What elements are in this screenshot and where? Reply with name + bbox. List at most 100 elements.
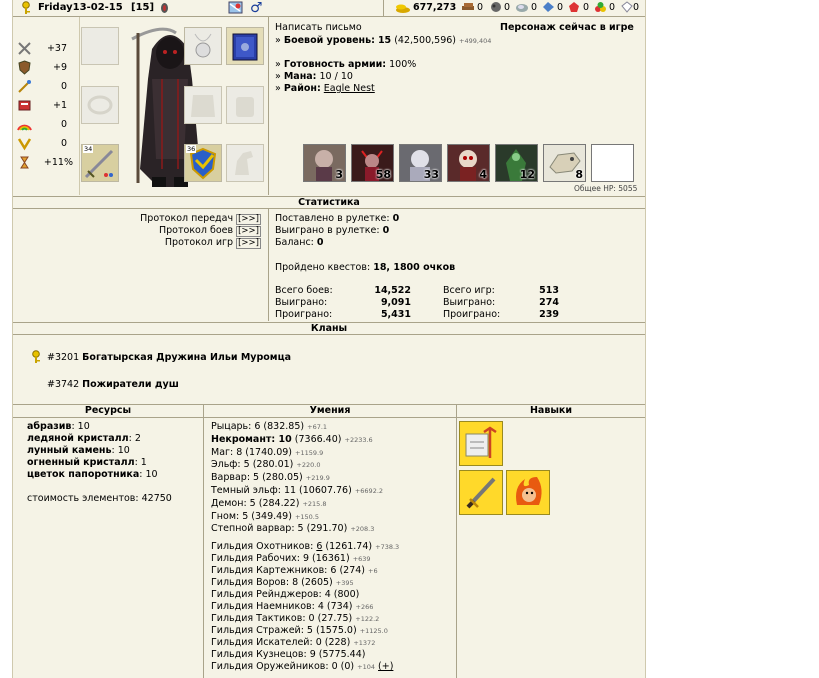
diamond-value: 0 bbox=[633, 2, 640, 13]
faction-row: Маг: 8 (1740.09) +1159.9 bbox=[211, 446, 324, 458]
clan-1-name[interactable]: Богатырская Дружина Ильи Муромца bbox=[82, 352, 291, 363]
header-bar: Friday13-02-15 [15] ♂ 677,273 0 0 0 0 0 … bbox=[13, 0, 645, 17]
resource-item: цветок папоротника: 10 bbox=[27, 469, 158, 480]
faction-row: Эльф: 5 (280.01) +220.0 bbox=[211, 459, 321, 471]
battles-total-value: 14,522 bbox=[374, 285, 411, 296]
gems-icon bbox=[594, 1, 607, 16]
guild-row: Гильдия Искателей: 0 (228) +1372 bbox=[211, 637, 376, 648]
luck-icon bbox=[17, 117, 32, 135]
roulette-won-value: 0 bbox=[382, 225, 390, 236]
faction-row: Варвар: 5 (280.05) +219.9 bbox=[211, 472, 330, 484]
mercury-value: 0 bbox=[531, 2, 538, 13]
diamond-icon bbox=[621, 1, 633, 16]
clan-row-1[interactable]: #3201 Богатырская Дружина Ильи Муромца bbox=[47, 352, 291, 363]
combat-exp: (42,500,596) bbox=[394, 35, 457, 46]
knowledge-value: +1 bbox=[52, 100, 67, 111]
district-row: » Район: Eagle Nest bbox=[275, 83, 375, 94]
games-lost-value: 239 bbox=[539, 309, 559, 320]
games-total-value: 513 bbox=[539, 285, 559, 296]
army-unit-5-count: 12 bbox=[519, 168, 535, 181]
protocol-battles: Протокол боев [>>] bbox=[158, 225, 261, 237]
defense-icon bbox=[17, 60, 32, 78]
district-label: Район: bbox=[283, 83, 321, 94]
talent-dark-magic[interactable] bbox=[459, 421, 503, 466]
clans-section-title: Кланы bbox=[13, 322, 645, 335]
cuirass-slot[interactable] bbox=[184, 86, 222, 124]
horse-slot[interactable] bbox=[226, 144, 264, 182]
army-unit-6[interactable]: 8 bbox=[543, 144, 586, 182]
faction-row: Темный эльф: 11 (10607.76) +6692.2 bbox=[211, 484, 384, 496]
defense-value: +9 bbox=[52, 62, 67, 73]
skills-title: Умения bbox=[309, 405, 351, 416]
amulet-slot[interactable] bbox=[184, 27, 222, 65]
protocol-transfers-link[interactable]: [>>] bbox=[236, 214, 261, 225]
write-letter-link[interactable]: Написать письмо bbox=[275, 22, 362, 33]
resource-item: ледяной кристалл: 2 bbox=[27, 433, 141, 444]
book-slot[interactable] bbox=[226, 27, 264, 65]
resource-item: абразив: 10 bbox=[27, 421, 90, 432]
backpack-slot[interactable] bbox=[226, 86, 264, 124]
army-unit-1[interactable]: 3 bbox=[303, 144, 346, 182]
player-name[interactable]: Friday13-02-15 bbox=[38, 2, 123, 13]
faction-skills: Рыцарь: 6 (832.85) +67.1 Некромант: 10 (… bbox=[211, 421, 383, 536]
guild-skills: Гильдия Охотников: 6 (1261.74) +738.3 Ги… bbox=[211, 541, 399, 673]
talent-attack[interactable] bbox=[459, 470, 503, 515]
protocol-battles-link[interactable]: [>>] bbox=[236, 226, 261, 237]
balance-label: Баланс: bbox=[275, 237, 314, 248]
sulfur-icon bbox=[542, 1, 555, 16]
army-unit-1-count: 3 bbox=[335, 168, 343, 181]
stats-section-title: Статистика bbox=[13, 196, 645, 209]
guild-row: Гильдия Рейнджеров: 4 (800) bbox=[211, 589, 360, 600]
gold-value: 677,273 bbox=[413, 2, 457, 13]
wood-value: 0 bbox=[477, 2, 484, 13]
army-ready-row: » Готовность армии: 100% bbox=[275, 59, 417, 70]
clan-2-name[interactable]: Пожиратели душ bbox=[82, 379, 179, 390]
army-unit-3[interactable]: 33 bbox=[399, 144, 442, 182]
guild-row: Гильдия Тактиков: 0 (27.75) +122.2 bbox=[211, 613, 380, 624]
games-total-label: Всего игр: bbox=[443, 285, 495, 296]
army-unit-2[interactable]: 58 bbox=[351, 144, 394, 182]
mail-icon[interactable] bbox=[228, 0, 244, 18]
guild-row: Гильдия Стражей: 5 (1575.0) +1125.0 bbox=[211, 625, 388, 636]
bottom-headers: Ресурсы Умения Навыки bbox=[13, 404, 645, 418]
armorers-plus-link[interactable]: (+) bbox=[378, 661, 393, 672]
wood-icon bbox=[461, 2, 475, 16]
army-unit-7-empty[interactable] bbox=[591, 144, 634, 182]
initiative-icon bbox=[17, 155, 32, 173]
quests-row: Пройдено квестов: 18, 1800 очков bbox=[275, 262, 455, 273]
army-ready-value: 100% bbox=[389, 59, 417, 70]
shield-slot[interactable]: 36 bbox=[184, 144, 222, 182]
spellpower-value: 0 bbox=[60, 81, 67, 92]
weapon-slot[interactable]: 34 bbox=[81, 144, 119, 182]
protocols-list: Протокол передач [>>] Протокол боев [>>]… bbox=[13, 213, 261, 249]
ring-slot[interactable] bbox=[81, 86, 119, 124]
clan-row-2[interactable]: #3742 Пожиратели душ bbox=[47, 379, 179, 390]
battles-lost-value: 5,431 bbox=[380, 309, 411, 320]
games-stats: Всего игр: 513 Выиграно: 274 Проиграно: 239 bbox=[443, 285, 559, 321]
battles-total-label: Всего боев: bbox=[275, 285, 333, 296]
army-unit-4[interactable]: 4 bbox=[447, 144, 490, 182]
shield-durability: 36 bbox=[186, 145, 197, 153]
attack-value: +37 bbox=[46, 43, 67, 54]
protocol-games-link[interactable]: [>>] bbox=[236, 238, 261, 249]
guild-row: Гильдия Оружейников: 0 (0) +104 (+) bbox=[211, 661, 394, 672]
online-status: Персонаж сейчас в игре bbox=[500, 22, 634, 33]
army-unit-5[interactable]: 12 bbox=[495, 144, 538, 182]
protocol-games: Протокол игр [>>] bbox=[164, 237, 261, 249]
protocol-transfers: Протокол передач [>>] bbox=[140, 213, 261, 225]
mana-value: 10 / 10 bbox=[319, 71, 353, 82]
mana-label: Мана: bbox=[283, 71, 317, 82]
quests-label: Пройдено квестов: bbox=[275, 262, 371, 273]
talent-fire-head[interactable] bbox=[506, 470, 550, 515]
player-level: [15] bbox=[131, 2, 155, 13]
faction-row: Рыцарь: 6 (832.85) +67.1 bbox=[211, 421, 328, 432]
guild-row: Гильдия Наемников: 4 (734) +266 bbox=[211, 601, 374, 612]
mercury-icon bbox=[515, 2, 529, 16]
district-link[interactable]: Eagle Nest bbox=[324, 83, 375, 94]
gems-value: 0 bbox=[609, 2, 616, 13]
mana-row: » Мана: 10 / 10 bbox=[275, 71, 353, 82]
clan-2-id: #3742 bbox=[47, 379, 80, 390]
battles-stats: Всего боев: 14,522 Выиграно: 9,091 Проигра… bbox=[275, 285, 411, 321]
crystal-value: 0 bbox=[583, 2, 590, 13]
helmet-slot[interactable] bbox=[81, 27, 119, 65]
